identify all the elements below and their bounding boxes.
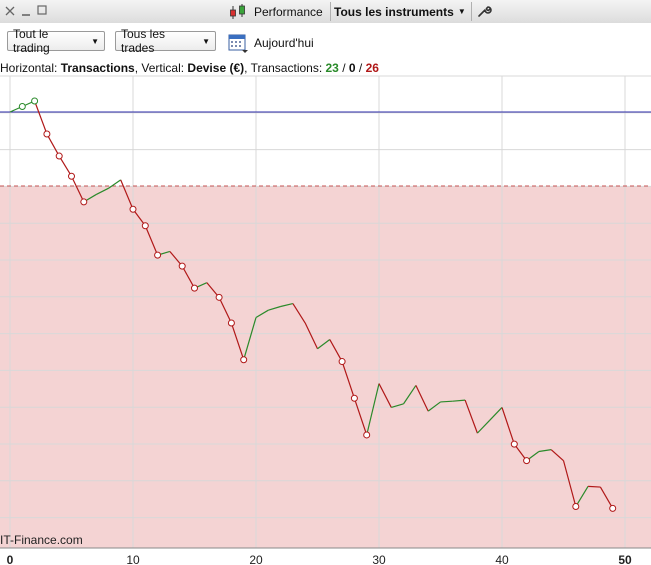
data-point [141,222,149,230]
x-tick-label: 30 [372,553,386,565]
data-point [55,152,63,160]
loss-zone [0,186,651,548]
data-point [572,503,580,511]
x-tick-label: 50 [618,553,632,565]
data-point [240,356,248,364]
x-tick-label: 0 [7,553,14,565]
data-point [68,172,75,180]
equity-segment [588,485,601,488]
data-point [191,284,198,292]
data-point [129,205,137,213]
x-tick-label: 40 [495,553,509,565]
data-point [18,102,26,110]
x-tick-label: 10 [126,553,140,565]
equity-segment [58,155,73,177]
data-point [510,440,518,448]
data-point [363,431,371,439]
data-point [43,130,51,138]
data-point [215,293,223,301]
x-tick-label: 20 [249,553,263,565]
data-point [523,457,531,465]
data-point [338,358,346,366]
data-point [350,394,358,402]
data-point [80,198,88,206]
data-point [227,319,235,327]
data-point [154,251,162,259]
data-point [609,504,617,512]
data-point [178,262,186,270]
watermark: IT-Finance.com [0,533,83,547]
equity-curve-chart: 0 10 20 30 40 50 [0,75,651,565]
equity-segment [34,100,48,135]
equity-segment [46,133,60,157]
data-point [31,97,39,105]
equity-segment [440,400,453,403]
